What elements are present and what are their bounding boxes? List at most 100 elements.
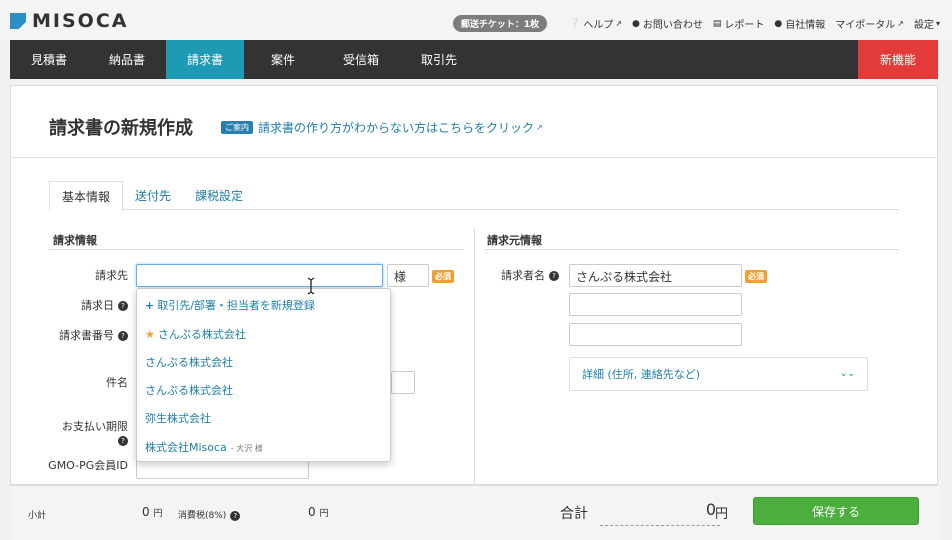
- company-info-link[interactable]: ● 自社情報: [774, 16, 826, 32]
- due-date-help: ?: [41, 434, 128, 447]
- question-icon[interactable]: ?: [549, 271, 559, 281]
- plus-icon: +: [145, 299, 155, 312]
- question-icon[interactable]: ?: [118, 436, 128, 446]
- main-nav: 見積書 納品書 請求書 案件 受信箱 取引先 新機能: [10, 40, 938, 79]
- total-label: 合計: [560, 506, 588, 522]
- totals-bar: 小計 0 円 消費税(8%)? 0 円 合計 0 円 保存する: [10, 485, 938, 540]
- nav-clients[interactable]: 取引先: [400, 40, 478, 79]
- my-portal-label: マイポータル: [835, 20, 896, 31]
- star-icon: ★: [145, 328, 155, 341]
- report-label: レポート: [724, 20, 765, 31]
- details-label: 詳細 (住所, 連絡先など): [582, 368, 701, 381]
- tab-basic-info[interactable]: 基本情報: [49, 181, 124, 211]
- external-link-icon: ↗: [536, 123, 543, 132]
- my-portal-link[interactable]: マイポータル ↗: [835, 16, 904, 31]
- save-button[interactable]: 保存する: [753, 497, 919, 525]
- total-value: 0: [600, 500, 720, 526]
- date-label: 請求日?: [51, 297, 128, 313]
- subject-input[interactable]: [391, 371, 415, 394]
- honorific-input[interactable]: 様: [387, 264, 429, 287]
- guide: ご案内 請求書の作り方がわからない方はこちらをクリック ↗: [221, 119, 543, 136]
- gmo-id-label: GMO-PG会員ID: [48, 459, 128, 472]
- tax-unit: 円: [319, 509, 329, 519]
- tab-tax-settings[interactable]: 課税設定: [183, 181, 255, 210]
- external-link-icon: ↗: [615, 19, 623, 28]
- top-nav: 郵送チケット：1枚 ❔ ヘルプ ↗ ● お問い合わせ ▤ レポート ● 自社情報…: [452, 15, 940, 32]
- tax-value: 0 円: [308, 505, 328, 519]
- logo-text: MISOCA: [32, 10, 129, 32]
- question-icon[interactable]: ?: [118, 301, 128, 311]
- date-label-text: 請求日: [81, 299, 114, 312]
- tax-amount: 0: [308, 505, 316, 519]
- question-circle-icon: ❔: [569, 18, 581, 29]
- client-option[interactable]: さんぷる株式会社: [145, 354, 233, 370]
- client-suggestion-dropdown: + 取引先/部署・担当者を新規登録 ★ さんぷる株式会社 さんぷる株式会社 さんぷる…: [136, 288, 391, 462]
- tab-recipient[interactable]: 送付先: [123, 181, 183, 210]
- double-chevron-down-icon: ⌄⌄: [839, 369, 855, 379]
- subject-label: 件名: [106, 376, 128, 389]
- help-link[interactable]: ❔ ヘルプ ↗: [569, 16, 623, 32]
- nav-inbox[interactable]: 受信箱: [322, 40, 400, 79]
- form-tabs: 基本情報 送付先 課税設定: [49, 181, 899, 211]
- text-cursor-icon: [307, 277, 315, 295]
- client-option[interactable]: 弥生株式会社: [145, 410, 211, 426]
- invoice-info-title: 請求情報: [53, 234, 97, 247]
- question-icon[interactable]: ?: [230, 510, 241, 521]
- nav-projects[interactable]: 案件: [244, 40, 322, 79]
- required-badge: 必須: [745, 270, 767, 283]
- invoice-number-label-text: 請求書番号: [59, 329, 114, 342]
- nav-invoices[interactable]: 請求書: [166, 40, 244, 79]
- section-divider: [484, 249, 899, 250]
- nav-quotes[interactable]: 見積書: [10, 40, 88, 79]
- new-client-label: 取引先/部署・担当者を新規登録: [157, 299, 315, 312]
- nav-delivery-notes[interactable]: 納品書: [88, 40, 166, 79]
- page-title: 請求書の新規作成: [49, 118, 193, 139]
- client-option[interactable]: 株式会社Misoca - 大沢 様: [145, 439, 263, 455]
- tax-label: 消費税(8%)?: [178, 508, 241, 521]
- client-input[interactable]: [136, 264, 383, 287]
- due-date-label: お支払い期限: [62, 420, 128, 433]
- nav-new-feature[interactable]: 新機能: [858, 40, 938, 79]
- person-icon: ●: [774, 18, 783, 29]
- tax-label-text: 消費税(8%): [178, 511, 227, 521]
- issuer-name-label-text: 請求者名: [501, 269, 545, 282]
- caret-down-icon: ▾: [935, 19, 940, 28]
- client-label: 請求先: [95, 269, 128, 282]
- issuer-person-input[interactable]: [569, 323, 742, 346]
- issuer-details-toggle[interactable]: 詳細 (住所, 連絡先など) ⌄⌄: [569, 357, 868, 391]
- section-divider: [49, 249, 464, 250]
- subtotal-value: 0 円: [142, 505, 162, 519]
- logo-mark-icon: [10, 13, 26, 29]
- question-icon[interactable]: ?: [118, 331, 128, 341]
- external-link-icon: ↗: [897, 19, 904, 28]
- total-unit: 円: [715, 507, 729, 522]
- client-option[interactable]: さんぷる株式会社: [145, 382, 233, 398]
- subtotal-label: 小計: [28, 511, 47, 521]
- top-bar: MISOCA 郵送チケット：1枚 ❔ ヘルプ ↗ ● お問い合わせ ▤ レポート…: [0, 0, 952, 40]
- client-option[interactable]: ★ さんぷる株式会社: [145, 326, 246, 342]
- subtotal-unit: 円: [153, 509, 163, 519]
- issuer-name-label: 請求者名?: [481, 267, 561, 283]
- column-divider: [474, 228, 475, 486]
- settings-menu[interactable]: 設定 ▾: [914, 16, 940, 31]
- contact-link[interactable]: ● お問い合わせ: [632, 16, 703, 32]
- postal-ticket-badge[interactable]: 郵送チケット：1枚: [452, 15, 548, 32]
- issuer-dept-input[interactable]: [569, 293, 742, 316]
- client-option-name: 株式会社Misoca: [145, 441, 227, 454]
- panel-header: 請求書の新規作成 ご案内 請求書の作り方がわからない方はこちらをクリック ↗: [11, 86, 937, 158]
- help-label: ヘルプ: [583, 20, 614, 31]
- guide-link[interactable]: 請求書の作り方がわからない方はこちらをクリック: [258, 119, 534, 136]
- report-link[interactable]: ▤ レポート: [712, 16, 765, 32]
- contact-label: お問い合わせ: [642, 20, 703, 31]
- chat-bubble-icon: ●: [632, 18, 640, 29]
- issuer-info-title: 請求元情報: [487, 234, 542, 247]
- bar-chart-icon: ▤: [712, 18, 722, 29]
- settings-label: 設定: [913, 20, 934, 31]
- new-client-option[interactable]: + 取引先/部署・担当者を新規登録: [145, 297, 315, 313]
- client-option-name: さんぷる株式会社: [157, 328, 246, 341]
- issuer-name-input[interactable]: さんぷる株式会社: [569, 264, 742, 287]
- guide-badge: ご案内: [221, 121, 253, 134]
- subtotal-amount: 0: [142, 505, 150, 519]
- logo[interactable]: MISOCA: [10, 10, 128, 32]
- company-info-label: 自社情報: [785, 20, 826, 31]
